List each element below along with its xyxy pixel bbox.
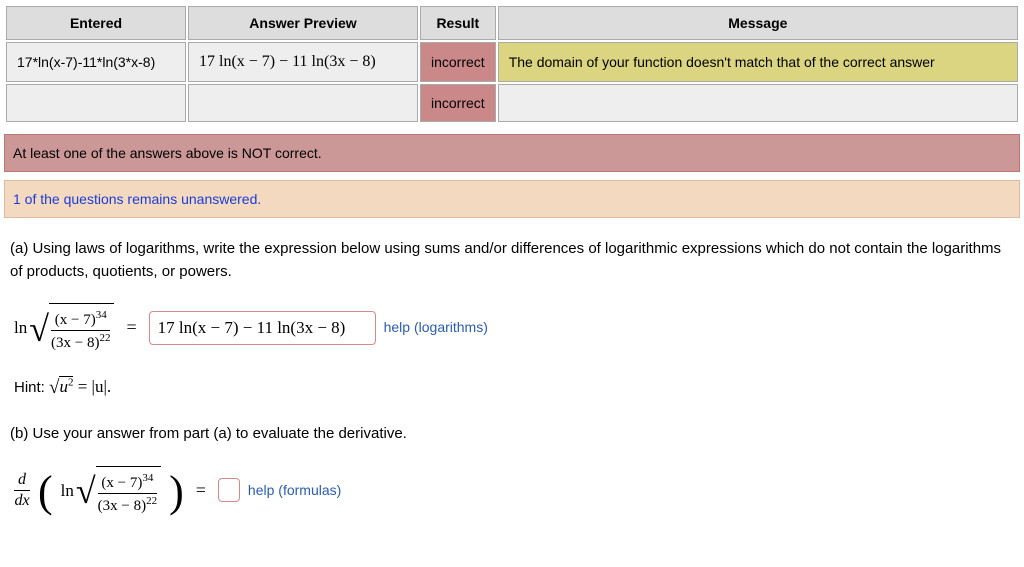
- results-table: Entered Answer Preview Result Message 17…: [4, 4, 1020, 124]
- table-row: incorrect: [6, 84, 1018, 122]
- alert-unanswered: 1 of the questions remains unanswered.: [4, 180, 1020, 218]
- col-message: Message: [498, 6, 1018, 40]
- part-b-text: (b) Use your answer from part (a) to eva…: [10, 423, 1014, 446]
- denominator: (3x − 8)22: [98, 494, 157, 515]
- col-result: Result: [420, 6, 496, 40]
- table-row: 17*ln(x-7)-11*ln(3*x-8) 17 ln(x − 7) − 1…: [6, 42, 1018, 82]
- cell-message: [498, 84, 1018, 122]
- fraction: (x − 7)34 (3x − 8)22: [51, 309, 110, 353]
- hint: Hint: √u2 = |u|.: [14, 373, 1010, 402]
- help-formulas-link[interactable]: help (formulas): [248, 480, 341, 501]
- answer-input-a[interactable]: [149, 311, 376, 345]
- lhs-expression: ln √ (x − 7)34 (3x − 8)22: [14, 303, 114, 353]
- hint-label: Hint:: [14, 379, 49, 396]
- answer-input-b[interactable]: [218, 478, 240, 502]
- equals-sign: =: [126, 314, 136, 341]
- question-body: (a) Using laws of logarithms, write the …: [4, 232, 1020, 515]
- part-b-expression-row: d dx ( ln √ (x − 7)34 (3x − 8)22 ) = hel…: [14, 466, 1010, 516]
- cell-preview: 17 ln(x − 7) − 11 ln(3x − 8): [188, 42, 418, 82]
- alert-error: At least one of the answers above is NOT…: [4, 134, 1020, 172]
- d-label: d: [14, 472, 30, 491]
- cell-entered: 17*ln(x-7)-11*ln(3*x-8): [6, 42, 186, 82]
- cell-result: incorrect: [420, 42, 496, 82]
- cell-entered: [6, 84, 186, 122]
- part-a-text: (a) Using laws of logarithms, write the …: [10, 238, 1014, 283]
- inner-expression: ln √ (x − 7)34 (3x − 8)22: [61, 466, 161, 516]
- d-dx: d dx: [14, 472, 30, 509]
- part-a-expression-row: ln √ (x − 7)34 (3x − 8)22 = help (logari…: [14, 303, 1010, 353]
- radicand: (x − 7)34 (3x − 8)22: [49, 303, 114, 353]
- denominator: (3x − 8)22: [51, 331, 110, 352]
- table-header-row: Entered Answer Preview Result Message: [6, 6, 1018, 40]
- sqrt-wrap: √ (x − 7)34 (3x − 8)22: [76, 466, 161, 516]
- numerator: (x − 7)34: [51, 309, 110, 331]
- col-entered: Entered: [6, 6, 186, 40]
- cell-result: incorrect: [420, 84, 496, 122]
- fraction: (x − 7)34 (3x − 8)22: [98, 472, 157, 516]
- col-preview: Answer Preview: [188, 6, 418, 40]
- ln-label: ln: [14, 315, 27, 341]
- sqrt-wrap: √ (x − 7)34 (3x − 8)22: [29, 303, 114, 353]
- equals-sign: =: [196, 477, 206, 504]
- hint-math: √u2 = |u|.: [49, 377, 111, 396]
- dx-label: dx: [14, 491, 30, 509]
- help-logarithms-link[interactable]: help (logarithms): [384, 317, 488, 338]
- cell-preview: [188, 84, 418, 122]
- ln-label: ln: [61, 478, 74, 504]
- numerator: (x − 7)34: [98, 472, 157, 494]
- radicand: (x − 7)34 (3x − 8)22: [96, 466, 161, 516]
- cell-message: The domain of your function doesn't matc…: [498, 42, 1018, 82]
